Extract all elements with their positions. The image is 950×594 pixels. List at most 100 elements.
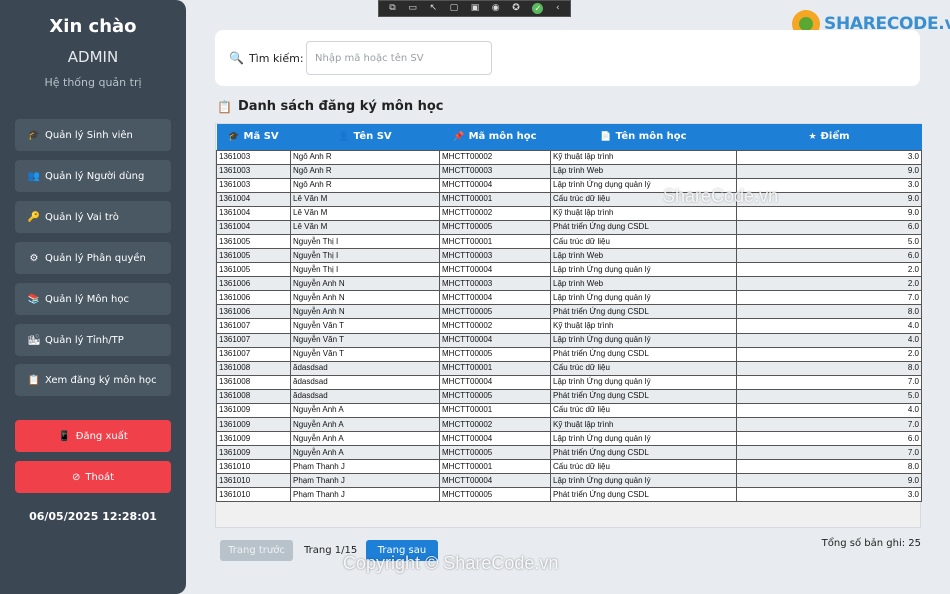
nav-manage-permissions[interactable]: ⚙ Quản lý Phân quyền (15, 242, 171, 274)
cell-subject-name: Lập trình Ứng dụng quản lý (550, 332, 737, 348)
cell-score: 7.0 (736, 416, 922, 433)
audio-icon[interactable]: ◉ (492, 4, 500, 13)
search-input[interactable] (306, 41, 492, 75)
check-icon[interactable]: ✓ (532, 3, 544, 14)
cell-student-id: 1361008 (216, 360, 291, 376)
city-icon: 🏙 (27, 334, 41, 346)
registration-table-container: 🎓 Mã SV 👤 Tên SV 📌 Mã môn học 📄 Tên môn học … (215, 123, 922, 528)
table-row[interactable]: 1361005 Nguyễn Thị I MHCTT00004 Lập trình Ứ… (216, 262, 922, 278)
cell-subject-name: Cấu trúc dữ liệu (550, 459, 737, 475)
cell-subject-code: MHCTT00005 (439, 219, 551, 235)
monitor-icon[interactable]: ▣ (471, 4, 480, 13)
cell-subject-code: MHCTT00005 (439, 346, 551, 362)
table-row[interactable]: 1361008 ădasdsad MHCTT00001 Cấu trúc dữ liệ… (216, 360, 922, 376)
cell-score: 8.0 (736, 304, 922, 320)
video-icon[interactable]: ▭ (408, 4, 417, 13)
user-icon: 👤 (338, 132, 350, 143)
cell-student-name: Nguyễn Văn T (290, 332, 440, 348)
col-student-name[interactable]: 👤 Tên SV (291, 124, 440, 150)
cell-student-name: Nguyễn Anh A (290, 445, 440, 461)
col-label: Mã môn học (468, 131, 537, 143)
table-row[interactable]: 1361006 Nguyễn Anh N MHCTT00003 Lập trình W… (216, 276, 922, 292)
cell-subject-code: MHCTT00002 (439, 205, 551, 221)
users-icon: 👥 (27, 170, 41, 182)
col-student-id[interactable]: 🎓 Mã SV (217, 124, 291, 150)
table-row[interactable]: 1361004 Lê Văn M MHCTT00002 Kỹ thuật lập tr… (216, 205, 922, 221)
cell-subject-code: MHCTT00003 (439, 248, 551, 264)
col-subject-code[interactable]: 📌 Mã môn học (440, 124, 551, 150)
screenshot-icon[interactable]: ⧉ (389, 4, 395, 13)
table-row[interactable]: 1361010 Phạm Thanh J MHCTT00004 Lập trình Ứ… (216, 473, 922, 489)
nav-manage-subjects[interactable]: 📚 Quản lý Môn học (15, 283, 171, 315)
cell-score: 2.0 (736, 276, 922, 292)
cell-subject-code: MHCTT00002 (439, 318, 551, 334)
table-row[interactable]: 1361003 Ngô Anh R MHCTT00002 Kỹ thuật lập t… (216, 149, 922, 165)
chevron-left-icon[interactable]: ‹ (556, 4, 560, 13)
cell-student-name: Ngô Anh R (290, 163, 440, 179)
registration-table: 🎓 Mã SV 👤 Tên SV 📌 Mã môn học 📄 Tên môn học … (216, 124, 922, 503)
table-row[interactable]: 1361004 Lê Văn M MHCTT00005 Phát triển Ứng … (216, 219, 922, 235)
cell-student-id: 1361003 (216, 177, 291, 193)
window-icon[interactable]: ▢ (450, 4, 459, 13)
table-row[interactable]: 1361007 Nguyễn Văn T MHCTT00004 Lập trình Ứ… (216, 332, 922, 348)
cell-student-id: 1361003 (216, 149, 291, 165)
search-label: 🔍 Tìm kiếm: (229, 51, 304, 65)
col-subject-name[interactable]: 📄 Tên môn học (551, 124, 737, 150)
table-row[interactable]: 1361004 Lê Văn M MHCTT00001 Cấu trúc dữ liệ… (216, 191, 922, 207)
nav-manage-roles[interactable]: 🔑 Quản lý Vai trò (15, 201, 171, 233)
cell-score: 8.0 (736, 459, 922, 475)
cell-student-id: 1361003 (216, 163, 291, 179)
cell-subject-code: MHCTT00004 (439, 473, 551, 489)
document-icon: 📄 (600, 132, 612, 143)
table-row[interactable]: 1361009 Nguyễn Anh A MHCTT00001 Cấu trúc dữ… (216, 402, 922, 418)
table-row[interactable]: 1361008 ădasdsad MHCTT00004 Lập trình Ứng d… (216, 374, 922, 390)
table-row[interactable]: 1361003 Ngô Anh R MHCTT00004 Lập trình Ứng … (216, 177, 922, 193)
table-row[interactable]: 1361006 Nguyễn Anh N MHCTT00004 Lập trình Ứ… (216, 290, 922, 306)
cell-score: 9.0 (736, 473, 922, 489)
col-score[interactable]: ★ Điểm (737, 124, 922, 150)
graduation-cap-icon: 🎓 (228, 132, 240, 143)
accessibility-icon[interactable]: ✪ (512, 4, 520, 13)
cell-student-name: Phạm Thanh J (290, 459, 440, 475)
cell-subject-code: MHCTT00004 (439, 332, 551, 348)
cell-subject-code: MHCTT00002 (439, 149, 551, 165)
cell-subject-code: MHCTT00004 (439, 290, 551, 306)
cell-student-id: 1361008 (216, 374, 291, 390)
cell-score: 7.0 (736, 290, 922, 306)
cell-student-name: ădasdsad (290, 374, 440, 390)
cell-student-name: Ngô Anh R (290, 149, 440, 165)
nav-manage-provinces[interactable]: 🏙 Quản lý Tỉnh/TP (15, 324, 171, 356)
table-row[interactable]: 1361005 Nguyễn Thị I MHCTT00001 Cấu trúc dữ… (216, 233, 922, 250)
cell-student-id: 1361005 (216, 262, 291, 278)
exit-label: Thoát (85, 471, 114, 483)
table-row[interactable]: 1361007 Nguyễn Văn T MHCTT00005 Phát triển … (216, 346, 922, 362)
list-icon: 📋 (27, 374, 41, 386)
table-row[interactable]: 1361009 Nguyễn Anh A MHCTT00005 Phát triển … (216, 445, 922, 461)
table-row[interactable]: 1361010 Phạm Thanh J MHCTT00005 Phát triển … (216, 487, 922, 503)
table-row[interactable]: 1361009 Nguyễn Anh A MHCTT00002 Kỹ thuật lậ… (216, 416, 922, 433)
table-row[interactable]: 1361006 Nguyễn Anh N MHCTT00005 Phát triển … (216, 304, 922, 320)
total-records: Tổng số bản ghi: 25 (821, 538, 921, 549)
table-row[interactable]: 1361003 Ngô Anh R MHCTT00003 Lập trình Web 9… (216, 163, 922, 179)
cell-score: 3.0 (736, 149, 922, 165)
table-body: 1361003 Ngô Anh R MHCTT00002 Kỹ thuật lập t… (216, 149, 922, 503)
table-row[interactable]: 1361009 Nguyễn Anh A MHCTT00004 Lập trình Ứ… (216, 431, 922, 447)
nav-manage-users[interactable]: 👥 Quản lý Người dùng (15, 160, 171, 192)
cell-student-id: 1361009 (216, 402, 291, 418)
table-row[interactable]: 1361007 Nguyễn Văn T MHCTT00002 Kỹ thuật lậ… (216, 318, 922, 334)
table-row[interactable]: 1361010 Phạm Thanh J MHCTT00001 Cấu trúc dữ… (216, 459, 922, 475)
nav-view-registrations[interactable]: 📋 Xem đăng ký môn học (15, 364, 171, 396)
cell-student-name: Nguyễn Văn T (290, 346, 440, 362)
col-label: Tên SV (353, 131, 392, 143)
key-icon: 🔑 (27, 211, 41, 223)
table-row[interactable]: 1361005 Nguyễn Thị I MHCTT00003 Lập trình W… (216, 248, 922, 264)
cell-student-name: ădasdsad (290, 360, 440, 376)
nav-manage-students[interactable]: 🎓 Quản lý Sinh viên (15, 119, 171, 151)
cell-subject-code: MHCTT00005 (439, 304, 551, 320)
prev-page-button[interactable]: Trang trước (220, 540, 293, 561)
table-row[interactable]: 1361008 ădasdsad MHCTT00005 Phát triển Ứng … (216, 388, 922, 404)
exit-button[interactable]: ⊘ Thoát (15, 461, 171, 493)
sidebar-greeting: Xin chào (49, 16, 137, 37)
logout-button[interactable]: 📱 Đăng xuất (15, 420, 171, 452)
pointer-icon[interactable]: ↖ (429, 4, 437, 13)
